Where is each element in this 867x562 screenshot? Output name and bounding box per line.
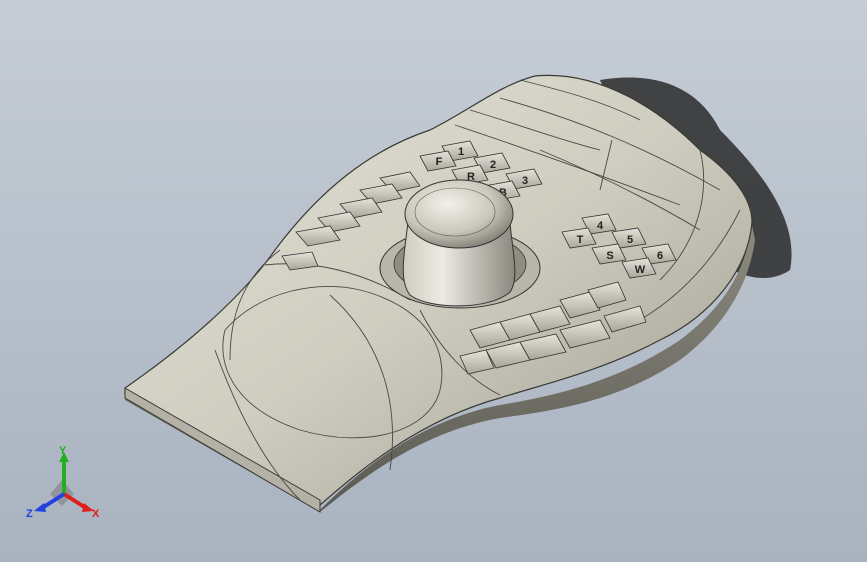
- key-w-label: W: [635, 264, 646, 276]
- key-1-label: 1: [458, 146, 464, 158]
- key-t-label: T: [577, 234, 584, 246]
- z-axis-label: Z: [26, 508, 33, 520]
- controller-cap-top[interactable]: [404, 179, 514, 249]
- y-axis-label: Y: [59, 445, 67, 457]
- axis-triad: Y X Z: [26, 445, 100, 520]
- key-4-label: 4: [597, 220, 604, 232]
- key-s-label: S: [606, 250, 613, 262]
- key-6-label: 6: [657, 250, 663, 262]
- cad-viewport[interactable]: 1 2 3 F R B 4 5 6 T S W Y X Z: [0, 0, 867, 562]
- x-axis-label: X: [92, 508, 100, 520]
- key-3-label: 3: [522, 175, 528, 187]
- key-5-label: 5: [627, 234, 633, 246]
- key-f-label: F: [436, 156, 443, 168]
- x-axis-line: [62, 492, 88, 510]
- key-2-label: 2: [490, 159, 496, 171]
- z-axis-arrow: [34, 503, 46, 512]
